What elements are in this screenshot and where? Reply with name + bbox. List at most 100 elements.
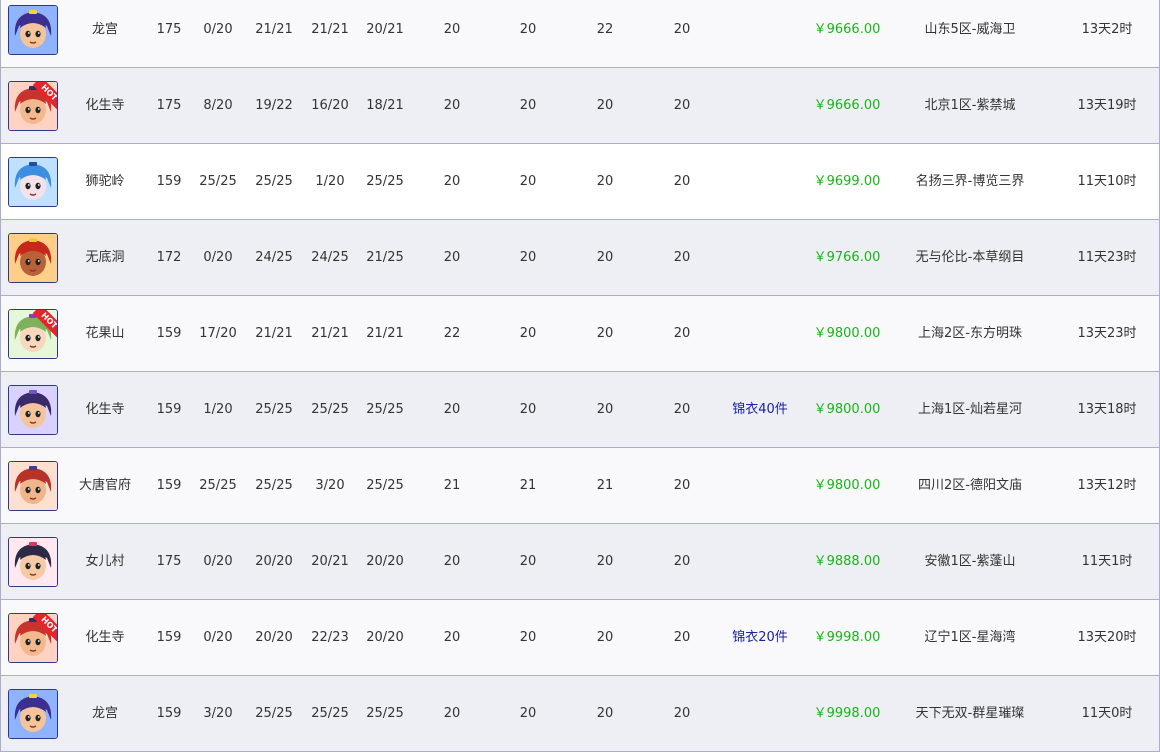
listing-row[interactable]: 龙宫 175 0/20 21/21 21/21 20/21 20 20 22 20 ￥9666.00… xyxy=(1,0,1159,68)
skill-1-cell: 25/25 xyxy=(199,174,237,189)
skill-4-cell: 25/25 xyxy=(366,478,404,493)
skill-1-cell: 17/20 xyxy=(199,326,237,341)
skill-1-cell: 25/25 xyxy=(199,478,237,493)
cultivation-3-cell: 20 xyxy=(596,326,614,341)
school-cell: 花果山 xyxy=(85,326,125,341)
listing-row[interactable]: HOT 化生寺 175 8/20 19/22 16/20 18/21 20 20 20 20 ￥966… xyxy=(1,68,1159,144)
remaining-time-cell: 13天23时 xyxy=(1077,326,1137,341)
cultivation-2-cell: 20 xyxy=(519,250,537,265)
extra-items-link[interactable]: 锦衣40件 xyxy=(732,372,788,447)
extra-items-link[interactable]: 锦衣20件 xyxy=(732,600,788,675)
server-cell: 安徽1区-紫蓬山 xyxy=(924,554,1016,569)
remaining-time-cell: 13天2时 xyxy=(1081,22,1133,37)
cultivation-1-cell: 20 xyxy=(443,402,461,417)
server-cell: 上海2区-东方明珠 xyxy=(918,326,1022,341)
remaining-time-cell: 13天12时 xyxy=(1077,478,1137,493)
listing-row[interactable]: 女儿村 175 0/20 20/20 20/21 20/20 20 20 20 20 ￥9888.0… xyxy=(1,524,1159,600)
cultivation-1-cell: 22 xyxy=(443,326,461,341)
listing-row[interactable]: 狮驼岭 159 25/25 25/25 1/20 25/25 20 20 20 20 ￥9699.0… xyxy=(1,144,1159,220)
skill-1-cell: 8/20 xyxy=(203,98,233,113)
level-cell: 159 xyxy=(156,174,182,189)
server-cell: 北京1区-紫禁城 xyxy=(924,98,1016,113)
character-avatar[interactable] xyxy=(8,233,58,283)
skill-2-cell: 24/25 xyxy=(255,250,293,265)
price-cell: ￥9998.00 xyxy=(813,706,881,721)
cultivation-2-cell: 20 xyxy=(519,22,537,37)
skill-3-cell: 21/21 xyxy=(311,326,349,341)
cultivation-2-cell: 20 xyxy=(519,630,537,645)
cultivation-3-cell: 20 xyxy=(596,706,614,721)
cultivation-3-cell: 22 xyxy=(596,22,614,37)
skill-2-cell: 21/21 xyxy=(255,22,293,37)
price-cell: ￥9800.00 xyxy=(813,478,881,493)
listing-row[interactable]: HOT 花果山 159 17/20 21/21 21/21 21/21 22 20 20 20 ￥98… xyxy=(1,296,1159,372)
cultivation-2-cell: 20 xyxy=(519,554,537,569)
cultivation-1-cell: 20 xyxy=(443,630,461,645)
server-cell: 无与伦比-本草纲目 xyxy=(915,250,1025,265)
school-cell: 无底洞 xyxy=(85,250,125,265)
cultivation-2-cell: 21 xyxy=(519,478,537,493)
skill-4-cell: 20/20 xyxy=(366,554,404,569)
school-cell: 化生寺 xyxy=(85,630,125,645)
school-cell: 化生寺 xyxy=(85,402,125,417)
server-cell: 天下无双-群星璀璨 xyxy=(915,706,1025,721)
skill-4-cell: 25/25 xyxy=(366,402,404,417)
listing-row[interactable]: 无底洞 172 0/20 24/25 24/25 21/25 20 20 20 20 ￥9766.0… xyxy=(1,220,1159,296)
level-cell: 159 xyxy=(156,630,182,645)
cultivation-3-cell: 20 xyxy=(596,554,614,569)
level-cell: 159 xyxy=(156,706,182,721)
remaining-time-cell: 13天19时 xyxy=(1077,98,1137,113)
level-cell: 175 xyxy=(156,554,182,569)
server-cell: 上海1区-灿若星河 xyxy=(918,402,1022,417)
skill-2-cell: 25/25 xyxy=(255,478,293,493)
level-cell: 159 xyxy=(156,402,182,417)
skill-1-cell: 0/20 xyxy=(203,250,233,265)
character-avatar[interactable]: HOT xyxy=(8,81,58,131)
character-avatar[interactable] xyxy=(8,385,58,435)
cultivation-4-cell: 20 xyxy=(673,174,691,189)
remaining-time-cell: 13天18时 xyxy=(1077,402,1137,417)
cultivation-1-cell: 20 xyxy=(443,174,461,189)
cultivation-2-cell: 20 xyxy=(519,706,537,721)
listing-row[interactable]: 大唐官府 159 25/25 25/25 3/20 25/25 21 21 21 20 ￥9800.… xyxy=(1,448,1159,524)
character-avatar[interactable] xyxy=(8,157,58,207)
character-avatar[interactable] xyxy=(8,461,58,511)
remaining-time-cell: 11天23时 xyxy=(1077,250,1137,265)
cultivation-4-cell: 20 xyxy=(673,402,691,417)
listing-row[interactable]: 化生寺 159 1/20 25/25 25/25 25/25 20 20 20 20 锦衣40件 ￥9… xyxy=(1,372,1159,448)
server-cell: 四川2区-德阳文庙 xyxy=(918,478,1022,493)
listing-row[interactable]: HOT 化生寺 159 0/20 20/20 22/23 20/20 20 20 20 20 锦衣20… xyxy=(1,600,1159,676)
cultivation-4-cell: 20 xyxy=(673,22,691,37)
character-avatar[interactable]: HOT xyxy=(8,309,58,359)
cultivation-2-cell: 20 xyxy=(519,174,537,189)
cultivation-1-cell: 20 xyxy=(443,706,461,721)
cultivation-2-cell: 20 xyxy=(519,402,537,417)
school-cell: 狮驼岭 xyxy=(85,174,125,189)
cultivation-3-cell: 20 xyxy=(596,250,614,265)
school-cell: 龙宫 xyxy=(91,22,119,37)
skill-1-cell: 0/20 xyxy=(203,22,233,37)
cultivation-4-cell: 20 xyxy=(673,706,691,721)
skill-4-cell: 25/25 xyxy=(366,174,404,189)
cultivation-4-cell: 20 xyxy=(673,326,691,341)
character-avatar[interactable] xyxy=(8,689,58,739)
skill-2-cell: 25/25 xyxy=(255,174,293,189)
character-avatar[interactable]: HOT xyxy=(8,613,58,663)
remaining-time-cell: 11天0时 xyxy=(1081,706,1133,721)
skill-4-cell: 21/25 xyxy=(366,250,404,265)
price-cell: ￥9699.00 xyxy=(813,174,881,189)
skill-2-cell: 20/20 xyxy=(255,630,293,645)
cultivation-4-cell: 20 xyxy=(673,98,691,113)
character-avatar[interactable] xyxy=(8,5,58,55)
cultivation-1-cell: 20 xyxy=(443,22,461,37)
cultivation-2-cell: 20 xyxy=(519,326,537,341)
skill-4-cell: 18/21 xyxy=(366,98,404,113)
skill-4-cell: 20/20 xyxy=(366,630,404,645)
character-avatar[interactable] xyxy=(8,537,58,587)
remaining-time-cell: 11天1时 xyxy=(1081,554,1133,569)
skill-4-cell: 25/25 xyxy=(366,706,404,721)
skill-4-cell: 20/21 xyxy=(366,22,404,37)
skill-3-cell: 25/25 xyxy=(311,706,349,721)
server-cell: 辽宁1区-星海湾 xyxy=(924,630,1016,645)
price-cell: ￥9800.00 xyxy=(813,326,881,341)
